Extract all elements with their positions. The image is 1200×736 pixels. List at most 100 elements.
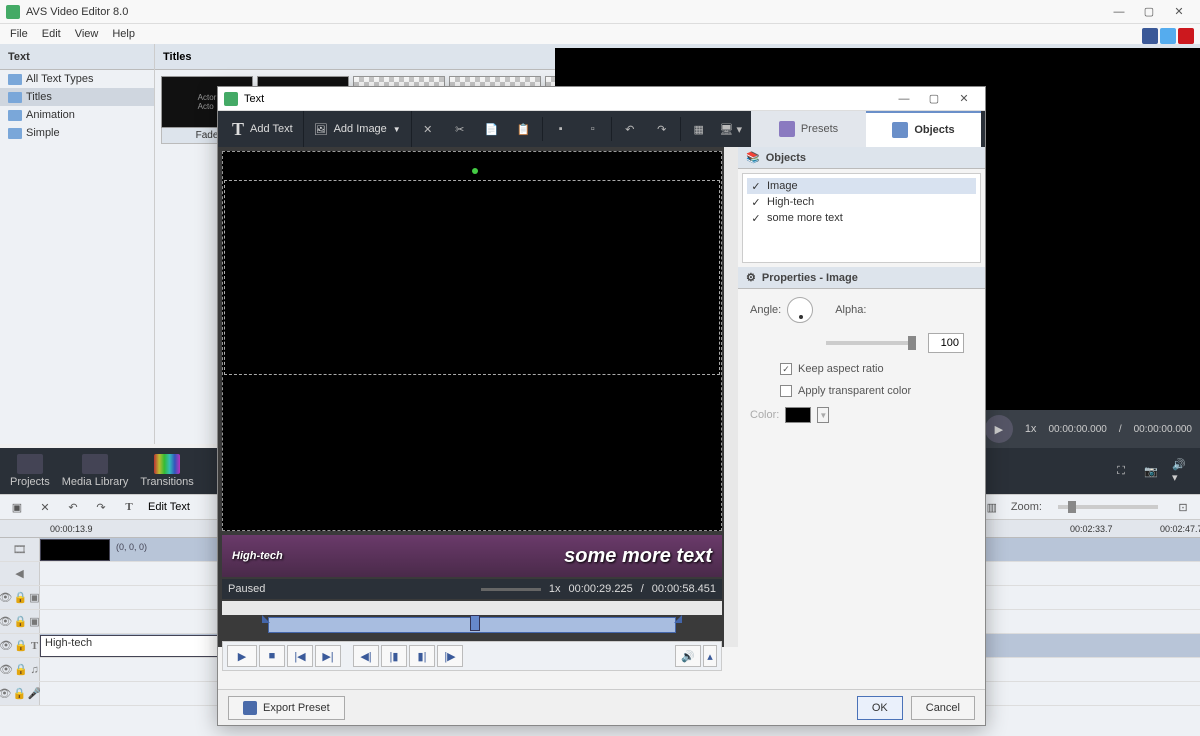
- object-item-hightech[interactable]: ✓High-tech: [747, 194, 976, 210]
- overlay-track-header[interactable]: 👁🔒▣: [0, 586, 40, 609]
- keep-ratio-label: Keep aspect ratio: [798, 363, 884, 375]
- zoom-label: Zoom:: [1011, 501, 1042, 513]
- angle-dial[interactable]: [787, 297, 813, 323]
- menu-help[interactable]: Help: [106, 26, 141, 42]
- stop-button[interactable]: ■: [259, 645, 285, 667]
- object-item-moretext[interactable]: ✓some more text: [747, 210, 976, 226]
- paste-button[interactable]: 📋: [508, 111, 540, 147]
- redo-button[interactable]: ↷: [646, 111, 678, 147]
- tab-presets[interactable]: Presets: [751, 111, 866, 147]
- alpha-input[interactable]: [928, 333, 964, 353]
- tab-objects[interactable]: Objects: [866, 111, 981, 147]
- nav-transitions[interactable]: Transitions: [140, 454, 193, 488]
- nav-projects[interactable]: Projects: [10, 454, 50, 488]
- prev-frame-button[interactable]: |◀: [287, 645, 313, 667]
- cut-icon[interactable]: ▣: [8, 498, 26, 516]
- dialog-close-button[interactable]: ✕: [949, 88, 979, 110]
- bring-front-button[interactable]: ▪: [545, 111, 577, 147]
- playback-status: Paused: [228, 583, 265, 595]
- scrollbar[interactable]: [724, 147, 738, 647]
- fit-icon[interactable]: ⊡: [1174, 498, 1192, 516]
- twitter-icon[interactable]: [1160, 28, 1176, 44]
- cut-button[interactable]: ✂: [444, 111, 476, 147]
- keep-ratio-checkbox[interactable]: ✓: [780, 363, 792, 375]
- filmstrip-icon: [82, 454, 108, 474]
- nav-media-library[interactable]: Media Library: [62, 454, 129, 488]
- menu-file[interactable]: File: [4, 26, 34, 42]
- snapshot-icon[interactable]: 📷: [1142, 462, 1160, 480]
- video-track-header[interactable]: 🎞: [0, 538, 40, 561]
- send-back-button[interactable]: ▫: [577, 111, 609, 147]
- color-dropdown[interactable]: ▼: [817, 407, 829, 423]
- delete-button[interactable]: ✕: [412, 111, 444, 147]
- folder-icon: [8, 74, 22, 85]
- expand-icon[interactable]: ⛶: [1112, 462, 1130, 480]
- color-swatch[interactable]: [785, 407, 811, 423]
- mark-out-button[interactable]: |▶: [437, 645, 463, 667]
- cancel-button[interactable]: Cancel: [911, 696, 975, 720]
- maximize-button[interactable]: ▢: [1134, 2, 1164, 22]
- selection-box[interactable]: [224, 180, 720, 375]
- step-fwd-button[interactable]: ▮|: [409, 645, 435, 667]
- trim-out-handle[interactable]: [674, 615, 682, 623]
- add-image-button[interactable]: 🖼Add Image▼: [304, 111, 412, 147]
- dialog-minimize-button[interactable]: —: [889, 88, 919, 110]
- audio-track-header[interactable]: 👁🔒♫: [0, 658, 40, 681]
- playhead[interactable]: [470, 615, 480, 631]
- screen-button[interactable]: 🖥 ▾: [715, 111, 747, 147]
- tree-titles[interactable]: Titles: [0, 88, 154, 106]
- ok-button[interactable]: OK: [857, 696, 903, 720]
- tree-all-text-types[interactable]: All Text Types: [0, 70, 154, 88]
- text-track-header[interactable]: 👁🔒T: [0, 634, 40, 657]
- facebook-icon[interactable]: [1142, 28, 1158, 44]
- scrub-scrollbar[interactable]: [222, 601, 722, 615]
- edit-text-label[interactable]: Edit Text: [148, 501, 190, 513]
- add-text-button[interactable]: TAdd Text: [222, 111, 304, 147]
- dialog-maximize-button[interactable]: ▢: [919, 88, 949, 110]
- next-frame-button[interactable]: ▶|: [315, 645, 341, 667]
- play-button[interactable]: ▶: [227, 645, 257, 667]
- text-tool-icon[interactable]: T: [120, 498, 138, 516]
- menu-edit[interactable]: Edit: [36, 26, 67, 42]
- angle-label: Angle:: [750, 304, 781, 316]
- transparent-color-checkbox[interactable]: [780, 385, 792, 397]
- object-item-image[interactable]: ✓Image: [747, 178, 976, 194]
- delete-icon[interactable]: ✕: [36, 498, 54, 516]
- redo-icon[interactable]: ↷: [92, 498, 110, 516]
- tree-animation[interactable]: Animation: [0, 106, 154, 124]
- fx-track-header[interactable]: 👁🔒▣: [0, 610, 40, 633]
- export-preset-button[interactable]: Export Preset: [228, 696, 345, 720]
- speed-slider[interactable]: [481, 588, 541, 591]
- zoom-slider[interactable]: [1058, 505, 1158, 509]
- menu-view[interactable]: View: [69, 26, 105, 42]
- alpha-slider[interactable]: [826, 341, 916, 345]
- dialog-title: Text: [244, 93, 889, 105]
- close-button[interactable]: ✕: [1164, 2, 1194, 22]
- text-dialog: Text — ▢ ✕ TAdd Text 🖼Add Image▼ ✕ ✂ 📄 📋…: [217, 86, 986, 726]
- mark-in-button[interactable]: ◀|: [353, 645, 379, 667]
- volume-dropdown[interactable]: ▴: [703, 645, 717, 667]
- layers-icon: 📚: [746, 151, 760, 164]
- copy-button[interactable]: 📄: [476, 111, 508, 147]
- grid-button[interactable]: ▦: [683, 111, 715, 147]
- text-banner[interactable]: High-tech some more text: [222, 535, 722, 577]
- play-button[interactable]: ▶: [985, 415, 1013, 443]
- time-current: 00:00:29.225: [568, 583, 632, 595]
- undo-button[interactable]: ↶: [614, 111, 646, 147]
- youtube-icon[interactable]: [1178, 28, 1194, 44]
- track-header[interactable]: ◀: [0, 562, 40, 585]
- rotation-handle[interactable]: [472, 168, 478, 174]
- voice-track-header[interactable]: 👁🔒🎤: [0, 682, 40, 705]
- undo-icon[interactable]: ↶: [64, 498, 82, 516]
- window-title: AVS Video Editor 8.0: [26, 6, 1104, 18]
- volume-button[interactable]: 🔊: [675, 645, 701, 667]
- minimize-button[interactable]: —: [1104, 2, 1134, 22]
- trim-bar[interactable]: [222, 617, 722, 641]
- text-canvas[interactable]: [222, 151, 722, 531]
- tree-simple[interactable]: Simple: [0, 124, 154, 142]
- trim-in-handle[interactable]: [262, 615, 270, 623]
- video-clip[interactable]: [40, 539, 110, 561]
- clip-coords: (0, 0, 0): [116, 542, 147, 552]
- volume-icon[interactable]: 🔊 ▾: [1172, 462, 1190, 480]
- step-back-button[interactable]: |▮: [381, 645, 407, 667]
